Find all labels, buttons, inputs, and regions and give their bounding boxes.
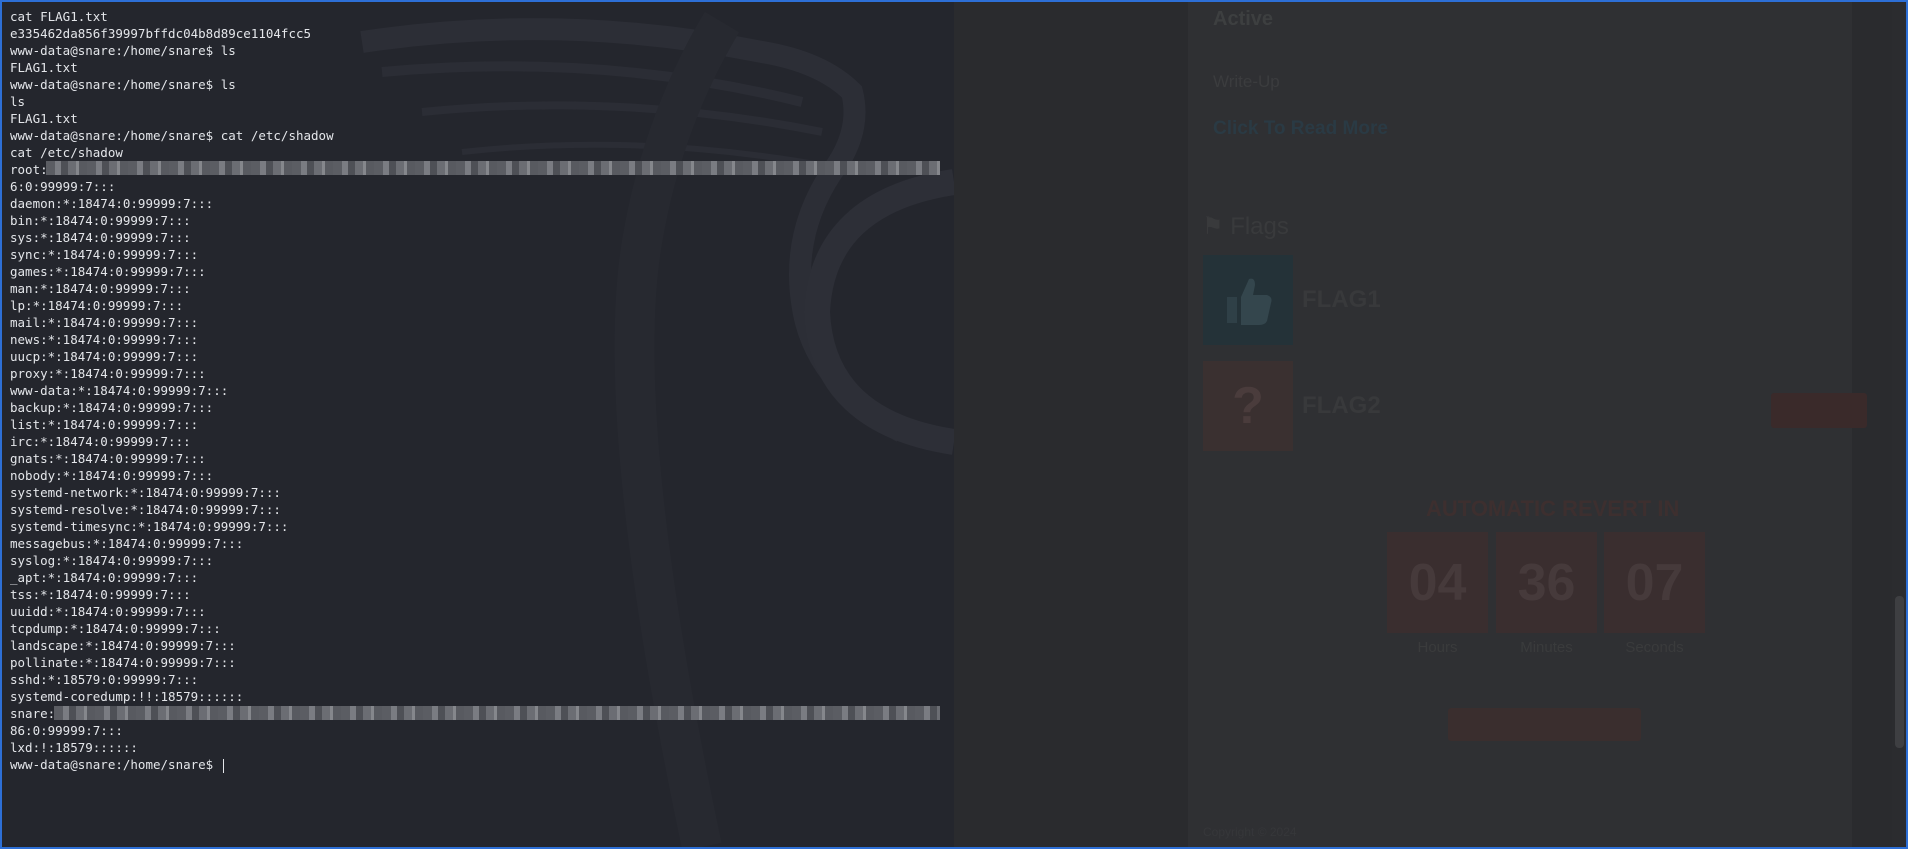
terminal-line: syslog:*:18474:0:99999:7::: [10, 553, 214, 568]
terminal-line: systemd-coredump:!!:18579:::::: [10, 689, 244, 704]
flags-heading-label: Flags [1230, 213, 1289, 240]
terminal-line: pollinate:*:18474:0:99999:7::: [10, 655, 236, 670]
terminal-line: man:*:18474:0:99999:7::: [10, 281, 191, 296]
writeup-label: Write-Up [1213, 72, 1280, 91]
thumbs-up-icon [1227, 278, 1272, 325]
request-revert-button[interactable] [1448, 708, 1641, 741]
terminal-line: www-data@snare:/home/snare$ [10, 757, 221, 772]
terminal-line: www-data@snare:/home/snare$ ls [10, 43, 236, 58]
seconds-value: 07 [1604, 532, 1705, 633]
terminal-line: bin:*:18474:0:99999:7::: [10, 213, 191, 228]
revert-title: AUTOMATIC REVERT IN [1426, 496, 1680, 521]
terminal-line: landscape:*:18474:0:99999:7::: [10, 638, 236, 653]
desktop-window: Active Write-Up Click To Read More ⚑ Fla… [0, 0, 1908, 849]
terminal-line: systemd-network:*:18474:0:99999:7::: [10, 485, 281, 500]
terminal-line: mail:*:18474:0:99999:7::: [10, 315, 199, 330]
flag1-tile [1203, 255, 1293, 345]
terminal-line: _apt:*:18474:0:99999:7::: [10, 570, 199, 585]
terminal-line: backup:*:18474:0:99999:7::: [10, 400, 214, 415]
terminal-cursor [222, 758, 224, 773]
terminal-line: uucp:*:18474:0:99999:7::: [10, 349, 199, 364]
minutes-value: 36 [1496, 532, 1597, 633]
terminal-line: www-data@snare:/home/snare$ ls [10, 77, 236, 92]
terminal-line: lxd:!:18579:::::: [10, 740, 138, 755]
terminal-line: news:*:18474:0:99999:7::: [10, 332, 199, 347]
terminal-line: games:*:18474:0:99999:7::: [10, 264, 206, 279]
terminal-line: uuidd:*:18474:0:99999:7::: [10, 604, 206, 619]
terminal-line: e335462da856f39997bffdc04b8d89ce1104fcc5 [10, 26, 312, 41]
terminal-line: systemd-timesync:*:18474:0:99999:7::: [10, 519, 289, 534]
terminal-line: irc:*:18474:0:99999:7::: [10, 434, 191, 449]
terminal-line: sync:*:18474:0:99999:7::: [10, 247, 199, 262]
seconds-label: Seconds [1625, 639, 1684, 656]
terminal-line: snare: [10, 706, 56, 721]
redacted-root-hash [46, 161, 940, 175]
terminal-line: cat /etc/shadow [10, 145, 123, 160]
terminal-line: www-data:*:18474:0:99999:7::: [10, 383, 229, 398]
machine-status: Active [1213, 8, 1274, 30]
svg-text:?: ? [1232, 377, 1264, 435]
terminal-line: FLAG1.txt [10, 111, 78, 126]
terminal-line: lp:*:18474:0:99999:7::: [10, 298, 184, 313]
submit-flag-button[interactable] [1771, 393, 1867, 428]
terminal-line: root: [10, 162, 48, 177]
flag-icon: ⚑ [1202, 213, 1224, 240]
terminal-line: proxy:*:18474:0:99999:7::: [10, 366, 206, 381]
terminal-output: cat FLAG1.txt e335462da856f39997bffdc04b… [10, 8, 334, 773]
hours-label: Hours [1417, 639, 1458, 656]
terminal-line: list:*:18474:0:99999:7::: [10, 417, 199, 432]
terminal-line: tss:*:18474:0:99999:7::: [10, 587, 191, 602]
terminal-line: messagebus:*:18474:0:99999:7::: [10, 536, 244, 551]
terminal-line: systemd-resolve:*:18474:0:99999:7::: [10, 502, 281, 517]
hours-value: 04 [1387, 532, 1488, 633]
terminal-line: www-data@snare:/home/snare$ cat /etc/sha… [10, 128, 334, 143]
terminal-line: sshd:*:18579:0:99999:7::: [10, 672, 199, 687]
terminal-line: tcpdump:*:18474:0:99999:7::: [10, 621, 221, 636]
terminal-line: ls [10, 94, 26, 109]
terminal-line: 86:0:99999:7::: [10, 723, 123, 738]
terminal-line: 6:0:99999:7::: [10, 179, 116, 194]
question-icon: ? [1232, 377, 1264, 435]
copyright-text: Copyright © 2024 [1203, 825, 1297, 839]
flag2-tile: ? [1203, 361, 1293, 451]
redacted-snare-hash [54, 706, 940, 720]
terminal-line: nobody:*:18474:0:99999:7::: [10, 468, 214, 483]
flags-heading: ⚑ Flags [1202, 212, 1289, 241]
flag2-label: FLAG2 [1302, 392, 1381, 419]
terminal-window[interactable]: cat FLAG1.txt e335462da856f39997bffdc04b… [2, 2, 954, 847]
terminal-line: sys:*:18474:0:99999:7::: [10, 230, 191, 245]
read-more-link[interactable]: Click To Read More [1213, 118, 1388, 140]
terminal-line: daemon:*:18474:0:99999:7::: [10, 196, 214, 211]
background-webpage [952, 2, 1906, 847]
flag1-label: FLAG1 [1302, 286, 1381, 313]
minutes-label: Minutes [1520, 639, 1573, 656]
terminal-line: cat FLAG1.txt [10, 9, 108, 24]
scrollbar-thumb[interactable] [1895, 596, 1904, 748]
terminal-line: gnats:*:18474:0:99999:7::: [10, 451, 206, 466]
terminal-line: FLAG1.txt [10, 60, 78, 75]
